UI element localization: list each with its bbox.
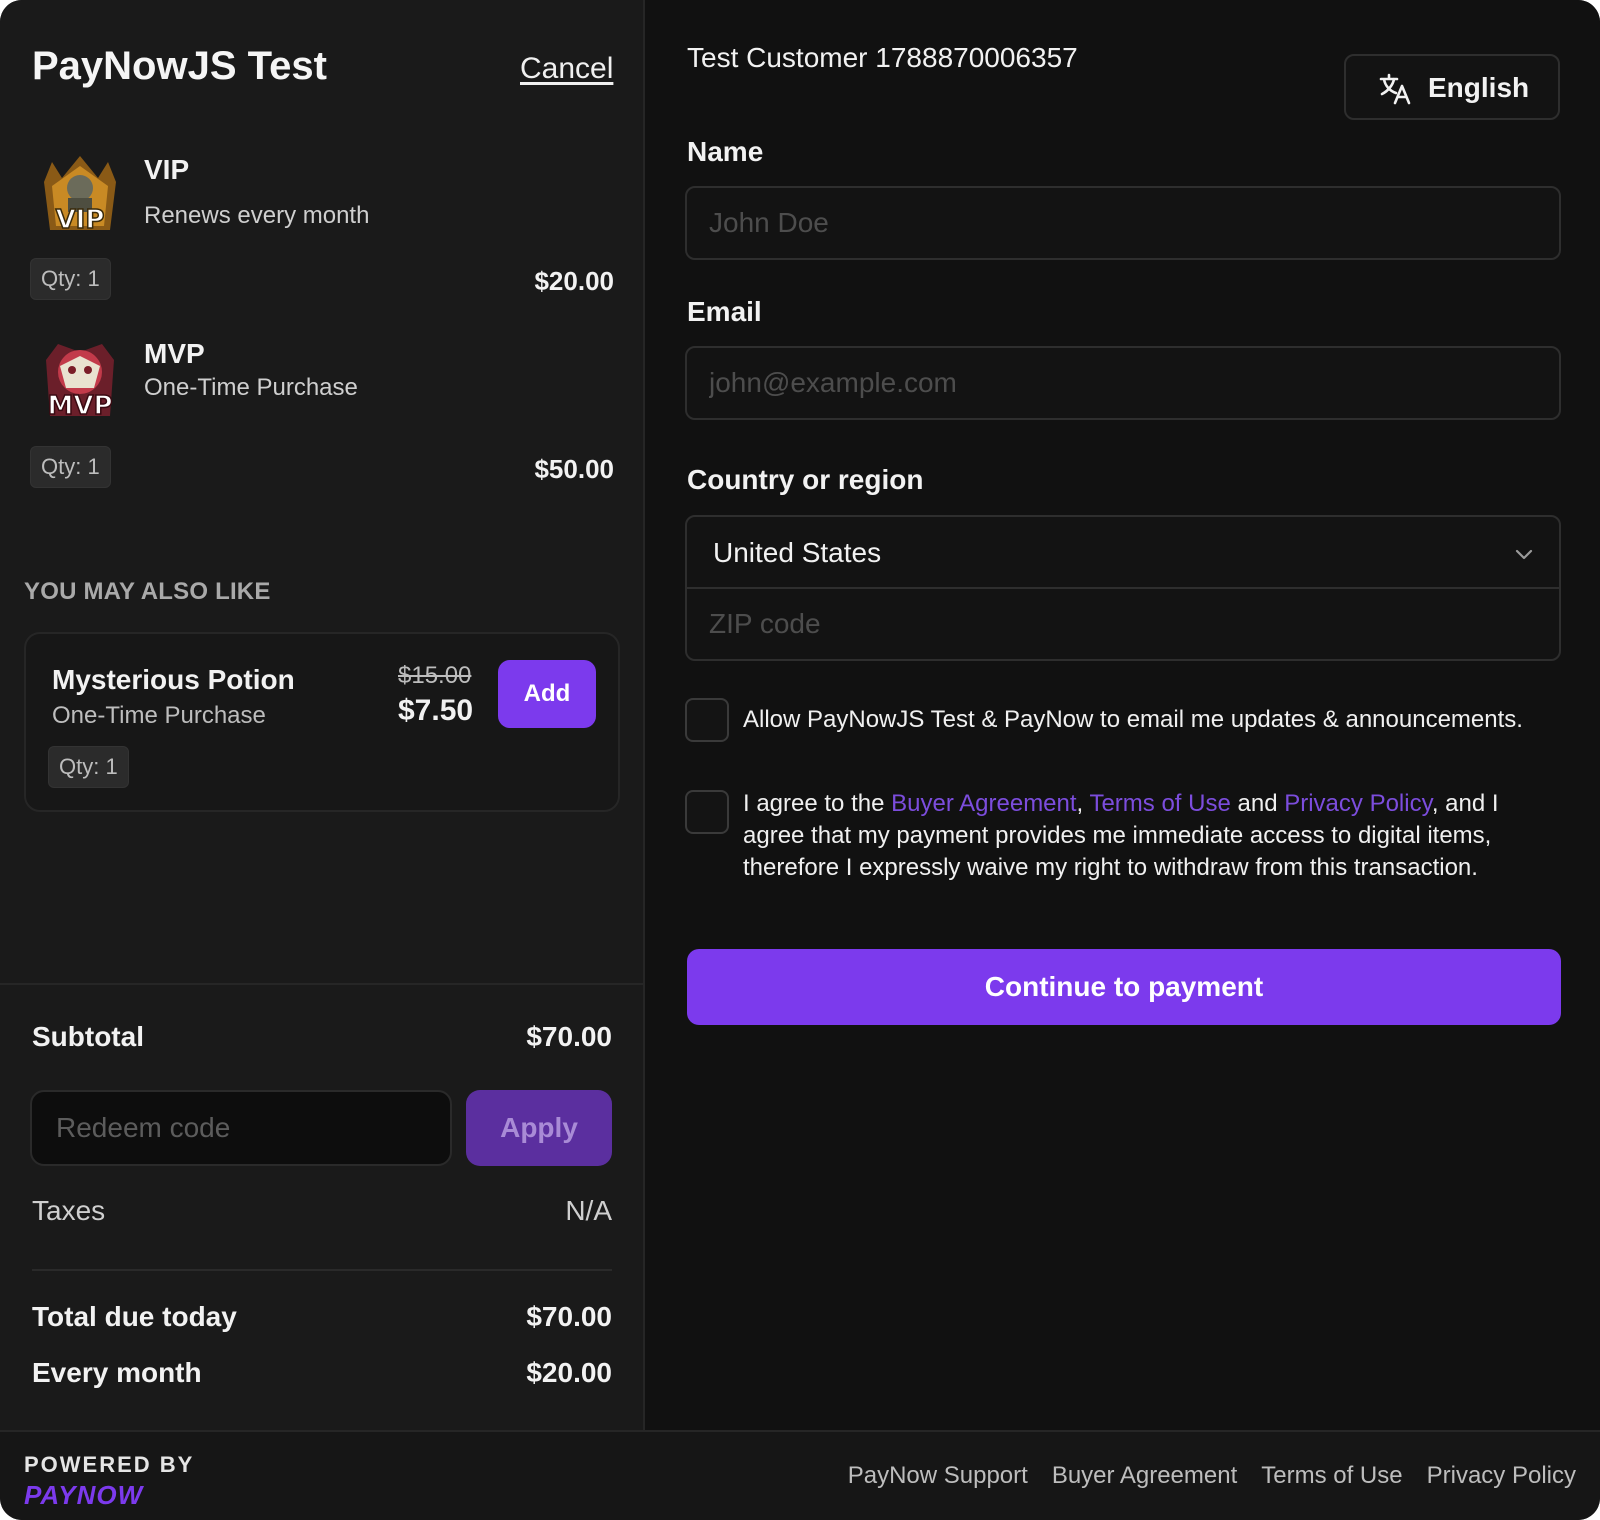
agree-prefix: I agree to the bbox=[743, 790, 892, 817]
footer-link-buyer-agreement[interactable]: Buyer Agreement bbox=[1052, 1462, 1237, 1490]
country-value: United States bbox=[713, 537, 882, 568]
taxes-value: N/A bbox=[565, 1195, 612, 1226]
cart-item: MVP MVP One-Time Purchase Qty: 1 $50.00 bbox=[28, 336, 614, 488]
redeem-code-input[interactable] bbox=[30, 1090, 452, 1166]
item-price: $50.00 bbox=[534, 454, 614, 484]
subtotal-label: Subtotal bbox=[32, 1021, 144, 1052]
email-updates-text: Allow PayNowJS Test & PayNow to email me… bbox=[743, 706, 1523, 733]
recurring-label: Every month bbox=[32, 1357, 202, 1388]
language-button[interactable]: English bbox=[1344, 54, 1560, 120]
order-panel: PayNowJS Test Cancel VIP VIP Renews ever… bbox=[0, 0, 645, 1430]
name-label: Name bbox=[687, 136, 764, 167]
upsell-original-price: $15.00 bbox=[398, 662, 472, 689]
terms-agreement-checkbox[interactable] bbox=[685, 790, 729, 834]
agree-comma: , bbox=[1076, 790, 1090, 817]
item-subtitle: One-Time Purchase bbox=[144, 374, 358, 401]
svg-text:VIP: VIP bbox=[56, 205, 105, 235]
item-price: $20.00 bbox=[534, 266, 614, 296]
apply-code-button[interactable]: Apply bbox=[466, 1090, 612, 1166]
item-name: VIP bbox=[144, 154, 190, 185]
email-field[interactable] bbox=[685, 346, 1561, 420]
privacy-policy-link[interactable]: Privacy Policy bbox=[1284, 790, 1432, 817]
upsell-subtitle: One-Time Purchase bbox=[52, 702, 266, 729]
terms-of-use-link[interactable]: Terms of Use bbox=[1089, 790, 1230, 817]
svg-text:MVP: MVP bbox=[47, 391, 112, 420]
country-select[interactable]: United States bbox=[687, 517, 1559, 589]
mvp-badge-icon: MVP bbox=[46, 344, 114, 420]
powered-by-label: POWERED BY bbox=[24, 1452, 195, 1477]
item-subtitle: Renews every month bbox=[144, 202, 370, 229]
email-label: Email bbox=[687, 296, 762, 327]
upsell-sale-price: $7.50 bbox=[398, 694, 474, 727]
billing-address-group: United States bbox=[685, 515, 1561, 661]
paynow-logo: PAYNOW bbox=[24, 1480, 144, 1510]
upsell-qty: Qty: 1 bbox=[48, 746, 129, 788]
chevron-down-icon bbox=[1515, 549, 1533, 560]
terms-agreement-text: I agree to the Buyer Agreement, Terms of… bbox=[743, 788, 1543, 884]
cancel-link[interactable]: Cancel bbox=[520, 52, 613, 86]
upsell-card: Mysterious Potion One-Time Purchase $15.… bbox=[24, 632, 620, 812]
footer-link-support[interactable]: PayNow Support bbox=[848, 1462, 1028, 1490]
store-title: PayNowJS Test bbox=[32, 44, 327, 88]
add-upsell-button[interactable]: Add bbox=[498, 660, 596, 728]
footer-links: PayNow Support Buyer Agreement Terms of … bbox=[848, 1462, 1576, 1490]
zip-code-field[interactable] bbox=[687, 589, 1559, 659]
continue-to-payment-button[interactable]: Continue to payment bbox=[687, 949, 1561, 1025]
footer: POWERED BY PAYNOW PayNow Support Buyer A… bbox=[0, 1430, 1600, 1520]
name-field[interactable] bbox=[685, 186, 1561, 260]
subtotal-value: $70.00 bbox=[526, 1021, 612, 1052]
buyer-agreement-link[interactable]: Buyer Agreement bbox=[891, 790, 1076, 817]
language-label: English bbox=[1428, 72, 1530, 103]
summary-divider bbox=[32, 1269, 612, 1271]
checkout-window: PayNowJS Test Cancel VIP VIP Renews ever… bbox=[0, 0, 1600, 1520]
item-qty: Qty: 1 bbox=[30, 258, 111, 300]
total-label: Total due today bbox=[32, 1301, 237, 1332]
translate-icon bbox=[1379, 73, 1411, 105]
item-qty: Qty: 1 bbox=[30, 446, 111, 488]
email-updates-checkbox[interactable] bbox=[685, 698, 729, 742]
cart-item: VIP VIP Renews every month Qty: 1 $20.00 bbox=[28, 152, 614, 302]
upsell-heading: YOU MAY ALSO LIKE bbox=[24, 578, 271, 605]
order-summary: Subtotal $70.00 Apply Taxes N/A Total du… bbox=[0, 983, 645, 1430]
upsell-name: Mysterious Potion bbox=[52, 664, 295, 695]
item-name: MVP bbox=[144, 338, 205, 369]
recurring-value: $20.00 bbox=[526, 1357, 612, 1388]
vip-badge-icon: VIP bbox=[44, 156, 116, 236]
checkout-form: Test Customer 1788870006357 English Name… bbox=[647, 0, 1600, 1430]
footer-link-terms[interactable]: Terms of Use bbox=[1261, 1462, 1402, 1490]
customer-name: Test Customer 1788870006357 bbox=[687, 42, 1078, 73]
country-label: Country or region bbox=[687, 464, 924, 495]
total-value: $70.00 bbox=[526, 1301, 612, 1332]
agree-and: and bbox=[1230, 790, 1285, 817]
taxes-label: Taxes bbox=[32, 1195, 106, 1226]
footer-link-privacy[interactable]: Privacy Policy bbox=[1427, 1462, 1576, 1490]
